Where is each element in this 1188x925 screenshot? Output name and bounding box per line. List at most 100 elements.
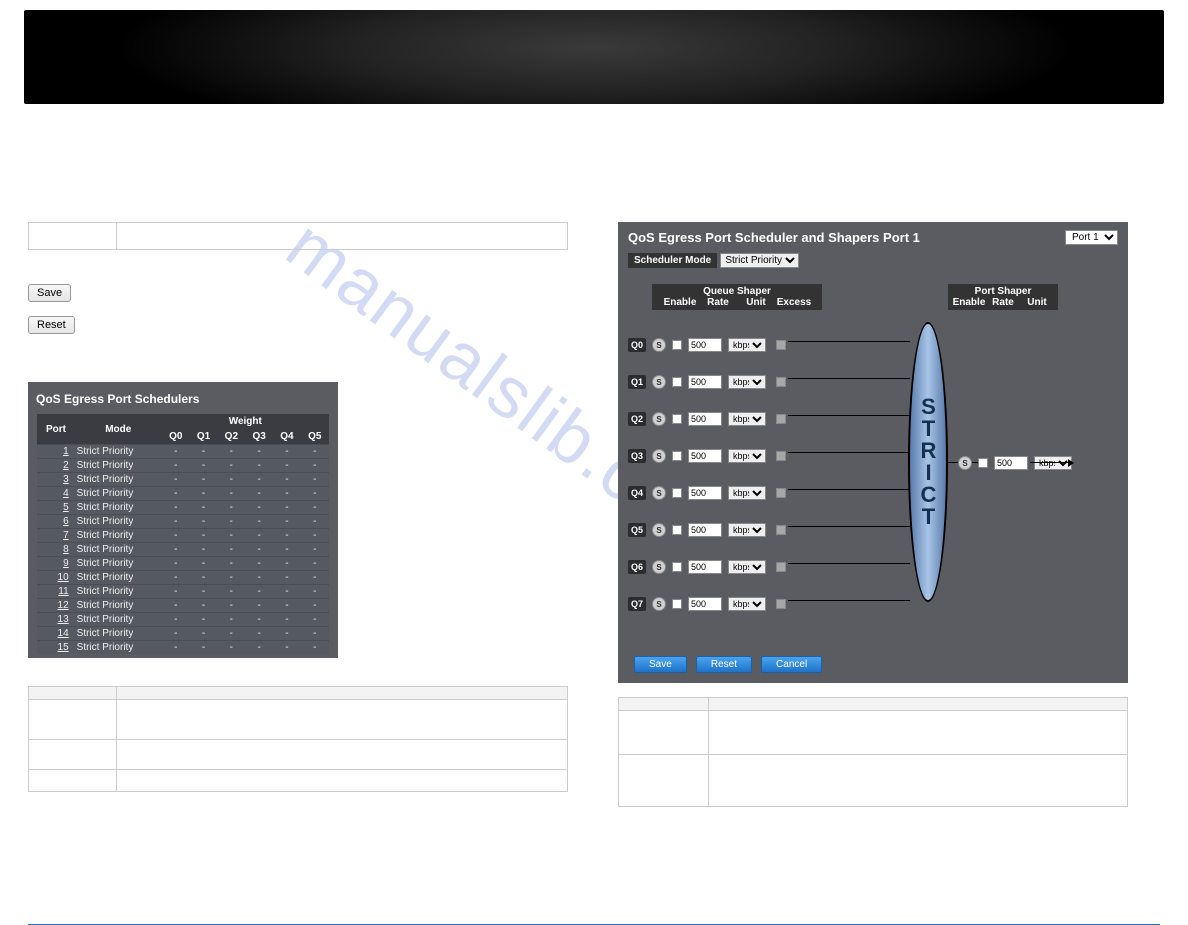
mode-cell: Strict Priority xyxy=(75,571,162,585)
queue-node-icon: S xyxy=(652,597,666,611)
table-row: 8Strict Priority------ xyxy=(37,543,328,557)
port-link[interactable]: 9 xyxy=(37,557,74,571)
port-shaper-node-icon: S xyxy=(958,456,972,470)
weight-cell: - xyxy=(301,627,329,641)
weight-cell: - xyxy=(273,557,301,571)
queue-unit-select[interactable]: kbps xyxy=(728,560,766,574)
queue-node-icon: S xyxy=(652,560,666,574)
port-shaper-enable-checkbox[interactable] xyxy=(978,458,988,468)
queue-enable-checkbox[interactable] xyxy=(672,451,682,461)
queue-badge: Q5 xyxy=(628,523,646,537)
weight-cell: - xyxy=(217,599,245,613)
port-shaper-unit-select[interactable]: kbps xyxy=(1034,456,1072,470)
queue-unit-select[interactable]: kbps xyxy=(728,338,766,352)
col-q0: Q0 xyxy=(162,429,190,445)
port-link[interactable]: 8 xyxy=(37,543,74,557)
queue-rate-input[interactable] xyxy=(688,486,722,500)
queue-excess-checkbox[interactable] xyxy=(776,451,786,461)
queue-enable-checkbox[interactable] xyxy=(672,488,682,498)
port-shaper-row: S kbps xyxy=(958,456,1072,470)
port-link[interactable]: 14 xyxy=(37,627,74,641)
queue-unit-select[interactable]: kbps xyxy=(728,412,766,426)
queue-excess-checkbox[interactable] xyxy=(776,562,786,572)
queue-rate-input[interactable] xyxy=(688,523,722,537)
weight-cell: - xyxy=(162,501,190,515)
queue-badge: Q4 xyxy=(628,486,646,500)
queue-unit-select[interactable]: kbps xyxy=(728,486,766,500)
queue-row: Q4Skbps xyxy=(628,480,786,506)
weight-cell: - xyxy=(162,515,190,529)
port-link[interactable]: 3 xyxy=(37,473,74,487)
queue-rate-input[interactable] xyxy=(688,597,722,611)
port-link[interactable]: 7 xyxy=(37,529,74,543)
queue-excess-checkbox[interactable] xyxy=(776,414,786,424)
col-mode: Mode xyxy=(75,414,162,445)
weight-cell: - xyxy=(301,543,329,557)
port-link[interactable]: 11 xyxy=(37,585,74,599)
queue-enable-checkbox[interactable] xyxy=(672,599,682,609)
right-description-table xyxy=(618,697,1128,807)
port-link[interactable]: 10 xyxy=(37,571,74,585)
table-row: 4Strict Priority------ xyxy=(37,487,328,501)
weight-cell: - xyxy=(301,445,329,459)
weight-cell: - xyxy=(301,459,329,473)
panel-reset-button[interactable]: Reset xyxy=(696,656,752,673)
queue-enable-checkbox[interactable] xyxy=(672,377,682,387)
port-shaper-rate-input[interactable] xyxy=(994,456,1028,470)
queue-excess-checkbox[interactable] xyxy=(776,599,786,609)
queue-unit-select[interactable]: kbps xyxy=(728,597,766,611)
port-link[interactable]: 15 xyxy=(37,641,74,655)
queue-excess-checkbox[interactable] xyxy=(776,525,786,535)
port-link[interactable]: 1 xyxy=(37,445,74,459)
queue-badge: Q6 xyxy=(628,560,646,574)
queue-connector-line xyxy=(788,600,910,601)
panel-cancel-button[interactable]: Cancel xyxy=(761,656,822,673)
table-row: 5Strict Priority------ xyxy=(37,501,328,515)
panel-save-button[interactable]: Save xyxy=(634,656,687,673)
queue-unit-select[interactable]: kbps xyxy=(728,375,766,389)
mode-cell: Strict Priority xyxy=(75,641,162,655)
weight-cell: - xyxy=(301,557,329,571)
queue-unit-select[interactable]: kbps xyxy=(728,449,766,463)
port-link[interactable]: 2 xyxy=(37,459,74,473)
port-select[interactable]: Port 1 xyxy=(1065,230,1118,245)
save-button[interactable]: Save xyxy=(28,284,71,302)
queue-excess-checkbox[interactable] xyxy=(776,377,786,387)
weight-cell: - xyxy=(301,487,329,501)
queue-enable-checkbox[interactable] xyxy=(672,414,682,424)
weight-cell: - xyxy=(217,515,245,529)
weight-cell: - xyxy=(217,473,245,487)
weight-cell: - xyxy=(245,585,273,599)
port-link[interactable]: 4 xyxy=(37,487,74,501)
left-description-table xyxy=(28,686,568,792)
col-port: Port xyxy=(37,414,74,445)
port-link[interactable]: 5 xyxy=(37,501,74,515)
queue-rate-input[interactable] xyxy=(688,449,722,463)
weight-cell: - xyxy=(162,473,190,487)
desc-head-2 xyxy=(117,687,568,700)
mode-cell: Strict Priority xyxy=(75,557,162,571)
queue-excess-checkbox[interactable] xyxy=(776,340,786,350)
reset-button[interactable]: Reset xyxy=(28,316,75,334)
queue-enable-checkbox[interactable] xyxy=(672,340,682,350)
port-link[interactable]: 13 xyxy=(37,613,74,627)
queue-unit-select[interactable]: kbps xyxy=(728,523,766,537)
port-shaper-header: Port Shaper EnableRateUnit xyxy=(948,284,1058,310)
col-q5: Q5 xyxy=(301,429,329,445)
queue-rate-input[interactable] xyxy=(688,560,722,574)
weight-cell: - xyxy=(245,459,273,473)
queue-rate-input[interactable] xyxy=(688,375,722,389)
weight-cell: - xyxy=(245,557,273,571)
queue-rate-input[interactable] xyxy=(688,412,722,426)
queue-shaper-header: Queue Shaper EnableRateUnitExcess xyxy=(652,284,822,310)
queue-node-icon: S xyxy=(652,412,666,426)
queue-excess-checkbox[interactable] xyxy=(776,488,786,498)
weight-cell: - xyxy=(190,487,218,501)
queue-rate-input[interactable] xyxy=(688,338,722,352)
scheduler-mode-select[interactable]: Strict Priority xyxy=(720,253,799,268)
port-link[interactable]: 6 xyxy=(37,515,74,529)
queue-enable-checkbox[interactable] xyxy=(672,562,682,572)
queue-enable-checkbox[interactable] xyxy=(672,525,682,535)
qos-shaper-panel: QoS Egress Port Scheduler and Shapers Po… xyxy=(618,222,1128,683)
port-link[interactable]: 12 xyxy=(37,599,74,613)
